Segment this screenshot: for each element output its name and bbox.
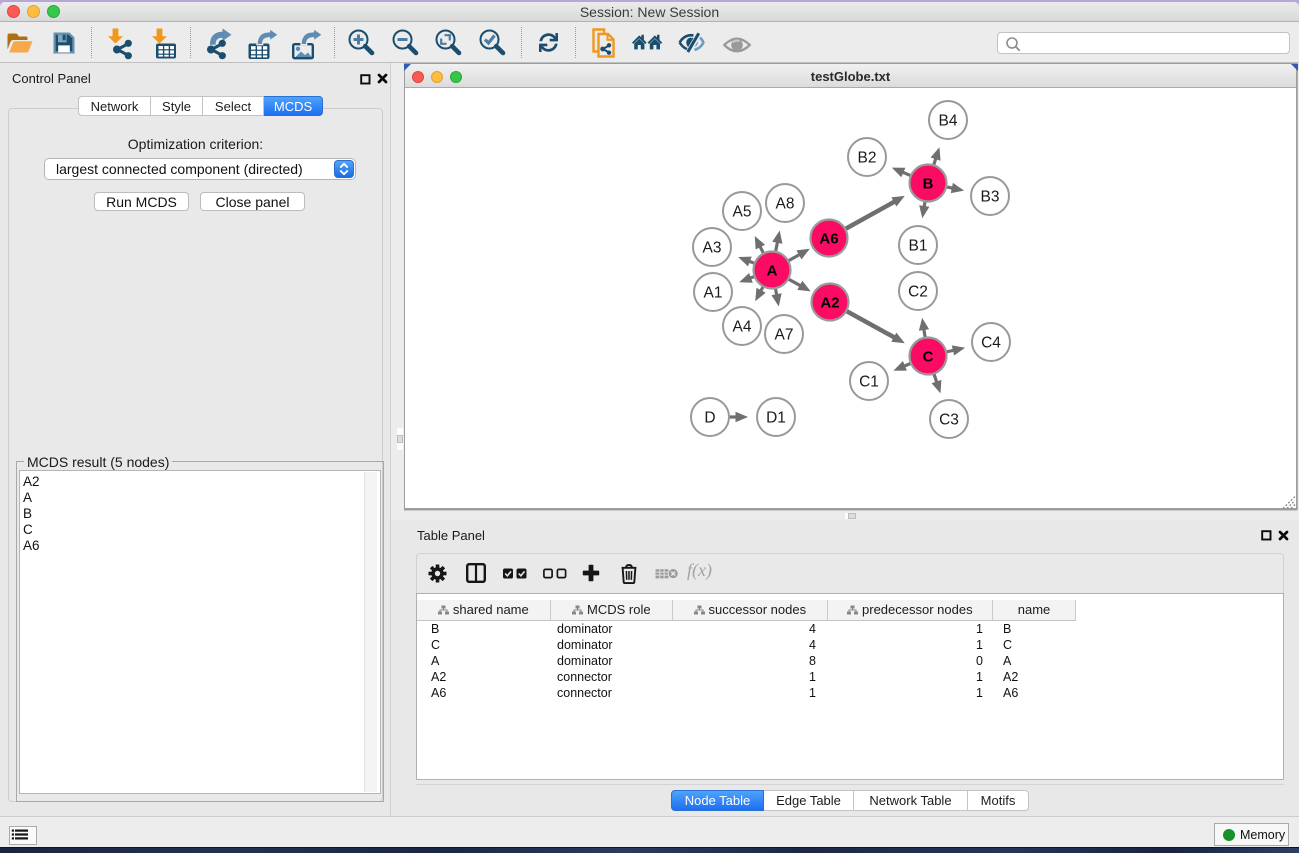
svg-text:B: B xyxy=(923,176,934,193)
svg-text:C4: C4 xyxy=(981,335,1001,352)
svg-text:C: C xyxy=(923,349,934,366)
svg-text:D1: D1 xyxy=(766,410,786,427)
svg-text:C3: C3 xyxy=(939,412,959,429)
svg-text:A3: A3 xyxy=(703,240,722,257)
svg-text:B4: B4 xyxy=(939,113,958,130)
svg-text:C2: C2 xyxy=(908,284,928,301)
svg-text:A8: A8 xyxy=(776,196,795,213)
svg-text:A4: A4 xyxy=(733,319,752,336)
svg-text:A2: A2 xyxy=(820,295,839,312)
svg-text:A1: A1 xyxy=(704,285,723,302)
svg-text:A5: A5 xyxy=(733,204,752,221)
svg-text:B1: B1 xyxy=(909,238,928,255)
svg-text:B3: B3 xyxy=(981,189,1000,206)
svg-text:D: D xyxy=(704,410,715,427)
svg-text:A: A xyxy=(767,263,778,280)
svg-text:C1: C1 xyxy=(859,374,879,391)
svg-text:A7: A7 xyxy=(775,327,794,344)
svg-text:A6: A6 xyxy=(819,231,838,248)
svg-text:B2: B2 xyxy=(858,150,877,167)
